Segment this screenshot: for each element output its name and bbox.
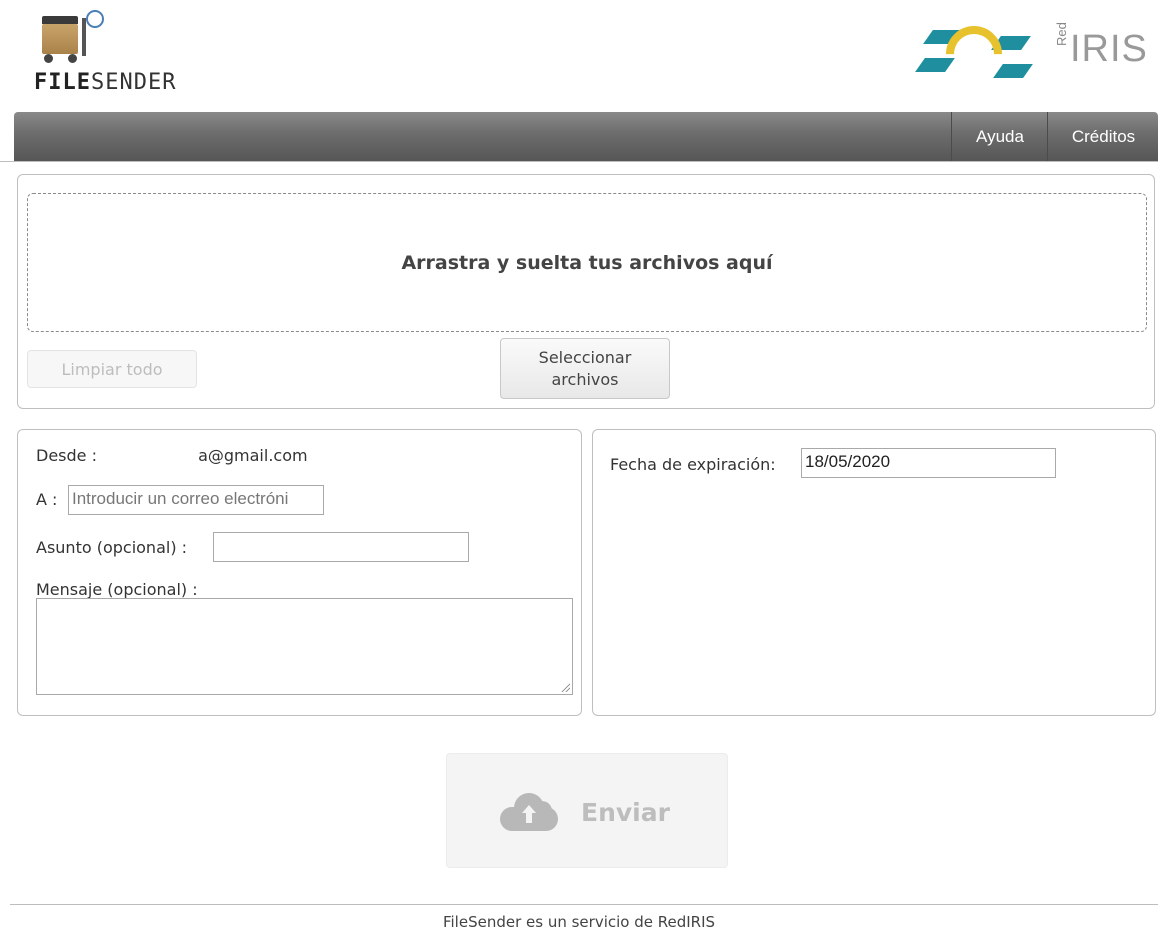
- rediris-logo[interactable]: Red IRIS: [914, 14, 1147, 94]
- message-label: Mensaje (opcional) :: [36, 580, 198, 599]
- nav-credits-link[interactable]: Créditos: [1047, 112, 1158, 162]
- select-files-label-1: Seleccionar: [538, 348, 632, 367]
- recipient-panel: Desde : a@gmail.com A : Introducir un co…: [17, 429, 582, 716]
- select-files-label-2: archivos: [551, 370, 619, 389]
- from-value: a@gmail.com: [198, 446, 308, 465]
- nav-help-link[interactable]: Ayuda: [951, 112, 1048, 162]
- options-panel: Fecha de expiración: 18/05/2020: [592, 429, 1156, 716]
- select-files-button[interactable]: Seleccionar archivos: [500, 338, 670, 399]
- dropzone-label: Arrastra y suelta tus archivos aquí: [401, 252, 773, 274]
- subject-input[interactable]: [213, 532, 469, 562]
- from-label: Desde :: [36, 446, 97, 465]
- partner-name-small: Red: [1054, 22, 1069, 46]
- filesender-logo[interactable]: FILESENDER: [34, 8, 234, 98]
- subject-label: Asunto (opcional) :: [36, 538, 188, 557]
- expiry-date-input[interactable]: 18/05/2020: [801, 448, 1056, 478]
- logo-wordmark: FILESENDER: [34, 70, 177, 95]
- expiry-label: Fecha de expiración:: [610, 455, 776, 474]
- nav-divider: [0, 161, 1158, 162]
- message-textarea[interactable]: [36, 598, 573, 695]
- clear-all-button[interactable]: Limpiar todo: [27, 350, 197, 388]
- partner-name-large: IRIS: [1070, 28, 1148, 70]
- from-row: Desde : a@gmail.com: [36, 446, 308, 466]
- to-label: A :: [36, 490, 58, 509]
- send-label: Enviar: [581, 798, 670, 827]
- to-email-input[interactable]: Introducir un correo electróni: [68, 485, 324, 515]
- resize-handle-icon[interactable]: [560, 682, 570, 692]
- main-nav: Ayuda Créditos: [14, 112, 1158, 162]
- footer-text: FileSender es un servicio de RedIRIS: [442, 913, 716, 931]
- send-button[interactable]: Enviar: [446, 753, 728, 868]
- redacted-text: [102, 447, 199, 466]
- file-dropzone[interactable]: Arrastra y suelta tus archivos aquí: [27, 193, 1147, 332]
- cloud-upload-icon: [500, 791, 558, 831]
- footer-divider: [10, 904, 1158, 905]
